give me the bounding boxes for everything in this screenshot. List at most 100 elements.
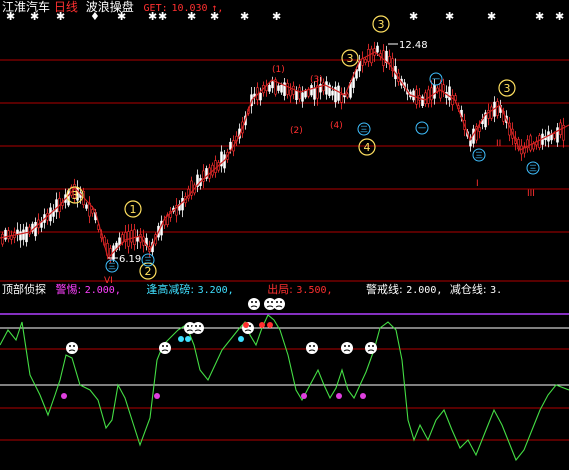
candle-body xyxy=(304,90,307,98)
candle-body xyxy=(478,127,481,132)
candle-body xyxy=(496,101,499,116)
svg-text:三: 三 xyxy=(360,125,368,134)
reduce-line-value: 3. xyxy=(490,285,503,296)
candle-body xyxy=(286,83,289,95)
candle-body xyxy=(292,85,295,95)
signal-dots xyxy=(61,322,366,399)
candle-body xyxy=(490,106,493,119)
wave-label-red: II xyxy=(496,139,501,149)
face-icon xyxy=(365,342,377,354)
face-icon xyxy=(159,342,171,354)
exit-label: 出局: xyxy=(267,283,293,296)
candle-body xyxy=(280,84,283,93)
candle-body xyxy=(352,77,355,88)
wave-label: 4 xyxy=(364,141,371,154)
candle-body xyxy=(295,90,298,101)
svg-text:三: 三 xyxy=(529,164,537,173)
wave-label-red: I xyxy=(476,179,479,189)
candle-body xyxy=(370,48,373,64)
candle-body xyxy=(28,226,31,235)
get-value: 10.030 xyxy=(171,3,208,14)
security-name[interactable]: 江淮汽车 xyxy=(2,0,50,14)
candle-body xyxy=(130,230,133,243)
candle-body xyxy=(433,84,436,99)
sub-indicator-title[interactable]: 顶部侦探 xyxy=(2,283,46,296)
candle-body xyxy=(430,87,433,101)
face-icon xyxy=(248,298,260,310)
candle-body xyxy=(55,199,58,213)
candle-body xyxy=(25,226,28,243)
reduce-high-value: 3.200, xyxy=(197,285,234,296)
candle-body xyxy=(259,92,262,101)
candle-body xyxy=(340,94,343,103)
wave-label: 3 xyxy=(72,189,79,202)
candle-body xyxy=(229,141,232,150)
warn-value: 2.000, xyxy=(84,285,121,296)
face-icon xyxy=(192,322,204,334)
wave-label-red: III xyxy=(527,189,535,199)
wave-label: 2 xyxy=(145,265,152,278)
candle-body xyxy=(322,82,325,92)
warn-label: 警惕: xyxy=(55,283,82,296)
reduce-high-label: 逢高减磅: xyxy=(146,283,195,296)
candle-body xyxy=(448,86,451,101)
wave-chart[interactable]: ✱ ✱ ✱ ♦ ✱ ✱ ✱ ✱ ✱ ✱ ✱ ✱ ✱ ✱ ✱ ✱ 3 1 2 3 3 4 3 (1) … xyxy=(0,0,569,470)
low-price-annotation: 6.19 xyxy=(119,254,141,265)
svg-text:✱: ✱ xyxy=(240,10,249,23)
candle-body xyxy=(91,209,94,214)
candle-body xyxy=(556,127,559,143)
candle-body xyxy=(553,133,556,139)
candle-body xyxy=(268,85,271,92)
candle-body xyxy=(451,95,454,106)
candle-body xyxy=(22,229,25,240)
candle-body xyxy=(1,233,4,245)
svg-text:✱: ✱ xyxy=(445,10,454,23)
face-icon xyxy=(306,342,318,354)
wave-label-red: (3) xyxy=(310,75,323,85)
alert-line-label: 警戒线: xyxy=(366,283,403,296)
candle-body xyxy=(4,229,7,240)
reduce-line-label: 减仓线: xyxy=(449,283,487,296)
candle-body xyxy=(442,84,445,92)
candle-body xyxy=(34,221,37,237)
candle-body xyxy=(331,90,334,96)
candle-body xyxy=(388,56,391,64)
candle-body xyxy=(7,230,10,239)
wave-label: 3 xyxy=(347,52,354,65)
get-label: GET: xyxy=(143,3,168,14)
candle-body xyxy=(538,135,541,148)
svg-text:三: 三 xyxy=(144,256,152,265)
svg-text:一: 一 xyxy=(432,75,440,84)
candle-body xyxy=(19,231,22,241)
candle-body xyxy=(271,81,274,89)
svg-text:三: 三 xyxy=(108,262,116,271)
indicator-name[interactable]: 波浪操盘 xyxy=(86,0,134,14)
candle-body xyxy=(214,160,217,173)
face-icon xyxy=(341,342,353,354)
candle-body xyxy=(337,85,340,101)
get-suffix: ↑, xyxy=(211,3,224,14)
chart-header: 江淮汽车 日线 波浪操盘 GET: 10.030 ↑, xyxy=(2,0,223,14)
candle-body xyxy=(298,87,301,100)
candle-body xyxy=(136,237,139,242)
high-price-annotation: 12.48 xyxy=(399,40,428,51)
svg-text:✱: ✱ xyxy=(487,10,496,23)
candle-body xyxy=(364,59,367,63)
period-label[interactable]: 日线 xyxy=(54,0,78,14)
candle-body xyxy=(118,237,121,246)
oscillator-line[interactable] xyxy=(0,314,569,462)
face-icon xyxy=(66,342,78,354)
candle-body xyxy=(289,89,292,97)
svg-text:三: 三 xyxy=(475,151,483,160)
face-icon xyxy=(273,298,285,310)
svg-text:✱: ✱ xyxy=(555,10,564,23)
candle-body xyxy=(529,135,532,151)
candle-body xyxy=(421,96,424,106)
candle-body xyxy=(277,85,280,91)
svg-text:一: 一 xyxy=(418,124,426,133)
wave-label-red: (2) xyxy=(290,126,303,136)
candle-body xyxy=(424,92,427,104)
candle-body xyxy=(532,143,535,150)
candle-body xyxy=(16,229,19,234)
svg-text:✱: ✱ xyxy=(535,10,544,23)
